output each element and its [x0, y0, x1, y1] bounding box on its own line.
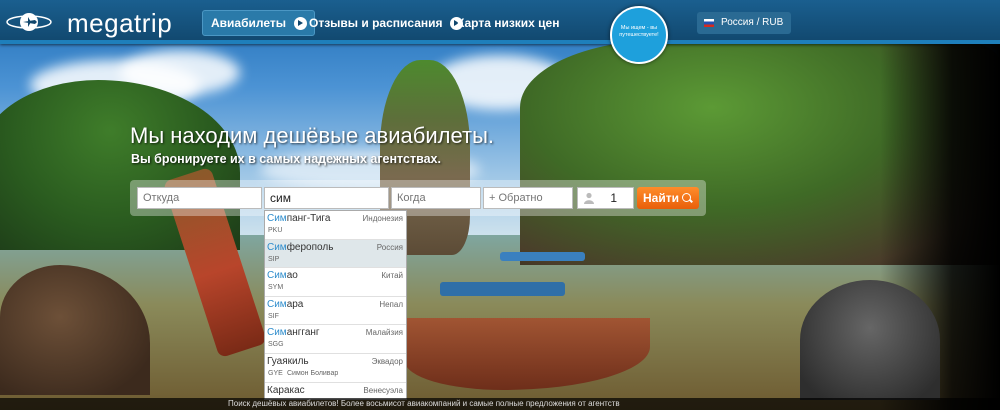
boat-roof	[500, 252, 585, 261]
suggestion-city-rest: Гуаякиль	[267, 355, 309, 367]
suggestion-country: Россия	[376, 242, 403, 252]
suggestion-match: Сим	[267, 213, 287, 224]
suggestion-country: Индонезия	[362, 214, 403, 223]
boat-roof	[440, 282, 565, 296]
suggestion-code: SYM	[268, 284, 284, 292]
suggestion-city: Симао	[267, 270, 298, 281]
person-icon	[584, 192, 594, 204]
nav-reviews-schedules[interactable]: Отзывы и расписания	[309, 12, 463, 34]
nav-map-label: Карта низких цен	[457, 16, 560, 30]
find-button[interactable]: Найти	[637, 187, 699, 209]
passengers-count: 1	[610, 191, 617, 205]
nav-flights[interactable]: Авиабилеты	[202, 10, 315, 36]
suggestion-city: Симангганг	[267, 327, 320, 338]
suggestion-code: SIP	[268, 255, 280, 263]
origin-input[interactable]	[137, 187, 262, 209]
find-button-label: Найти	[643, 191, 679, 205]
suggestion-match: Сим	[267, 241, 287, 253]
suggestion-item[interactable]: Гуаякиль Эквадор GYE Симон Боливар	[265, 354, 406, 383]
suggestion-city: Симпанг-Тига	[267, 213, 330, 224]
suggestion-code: PKU	[268, 227, 283, 234]
suggestion-match: Сим	[267, 327, 287, 339]
rocks-right	[800, 280, 940, 400]
suggestion-country: Китай	[381, 271, 403, 281]
suggestion-city-rest: ферополь	[286, 241, 334, 253]
promo-text: Мы ищем - вы путешествуете!	[619, 25, 659, 38]
suggestion-airport: Симон Боливар	[287, 369, 339, 377]
suggestion-city-rest: ао	[286, 270, 298, 282]
promo-badge[interactable]: Мы ищем - вы путешествуете!	[610, 6, 668, 64]
suggestion-country: Эквадор	[371, 356, 403, 366]
suggestion-item[interactable]: Симпанг-Тига Индонезия PKU	[265, 211, 406, 240]
suggestion-city-rest: Каракас	[267, 384, 305, 396]
suggestion-city: Гуаякиль	[267, 356, 309, 367]
suggestion-match: Сим	[267, 270, 287, 282]
suggestion-country: Малайзия	[365, 328, 403, 338]
suggestion-country: Венесуэла	[363, 385, 403, 395]
suggestion-city-rest: ангганг	[286, 327, 320, 339]
suggestion-city: Симара	[267, 299, 303, 310]
suggestion-city: Симферополь	[267, 242, 333, 253]
header-divider	[0, 40, 1000, 44]
suggestion-country: Непал	[379, 299, 403, 309]
suggestion-item[interactable]: Симферополь Россия SIP	[265, 239, 406, 269]
suggestion-code: SGG	[268, 341, 284, 349]
nav-flights-label: Авиабилеты	[211, 16, 286, 30]
suggestion-item[interactable]: Симао Китай SYM	[265, 268, 406, 297]
passengers-field[interactable]: 1	[577, 187, 634, 209]
russia-flag-icon	[704, 19, 714, 27]
plane-logo-icon[interactable]	[3, 6, 55, 38]
suggestion-item[interactable]: Симангганг Малайзия SGG	[265, 325, 406, 354]
destination-suggestions: Симпанг-Тига Индонезия PKU Симферополь Росси…	[264, 210, 407, 400]
nav-reviews-label: Отзывы и расписания	[309, 16, 443, 30]
return-date-input[interactable]	[483, 187, 573, 209]
header: megatrip Авиабилеты Отзывы и расписания …	[0, 0, 1000, 44]
hero-subtitle: Вы бронируете их в самых надежных агентс…	[131, 152, 441, 166]
hero-title: Мы находим дешёвые авиабилеты.	[130, 123, 494, 148]
departure-date-input[interactable]	[391, 187, 481, 209]
footer-text: Поиск дешёвых авиабилетов! Более восьмис…	[228, 399, 620, 408]
suggestion-code: SIF	[268, 312, 279, 320]
suggestion-item[interactable]: Симара Непал SIF	[265, 297, 406, 326]
search-icon	[682, 193, 691, 202]
suggestion-city-rest: панг-Тига	[286, 213, 331, 224]
region-label: Россия / RUB	[721, 17, 784, 28]
chevron-right-icon	[294, 17, 307, 30]
suggestion-code: GYE	[268, 369, 283, 377]
suggestion-match: Сим	[267, 298, 287, 310]
logo-text[interactable]: megatrip	[67, 8, 172, 39]
region-currency-selector[interactable]: Россия / RUB	[697, 12, 792, 34]
destination-input[interactable]	[264, 187, 389, 209]
nav-low-price-map[interactable]: Карта низких цен	[457, 12, 559, 34]
suggestion-city: Каракас	[267, 385, 305, 396]
suggestion-city-rest: ара	[286, 298, 304, 310]
